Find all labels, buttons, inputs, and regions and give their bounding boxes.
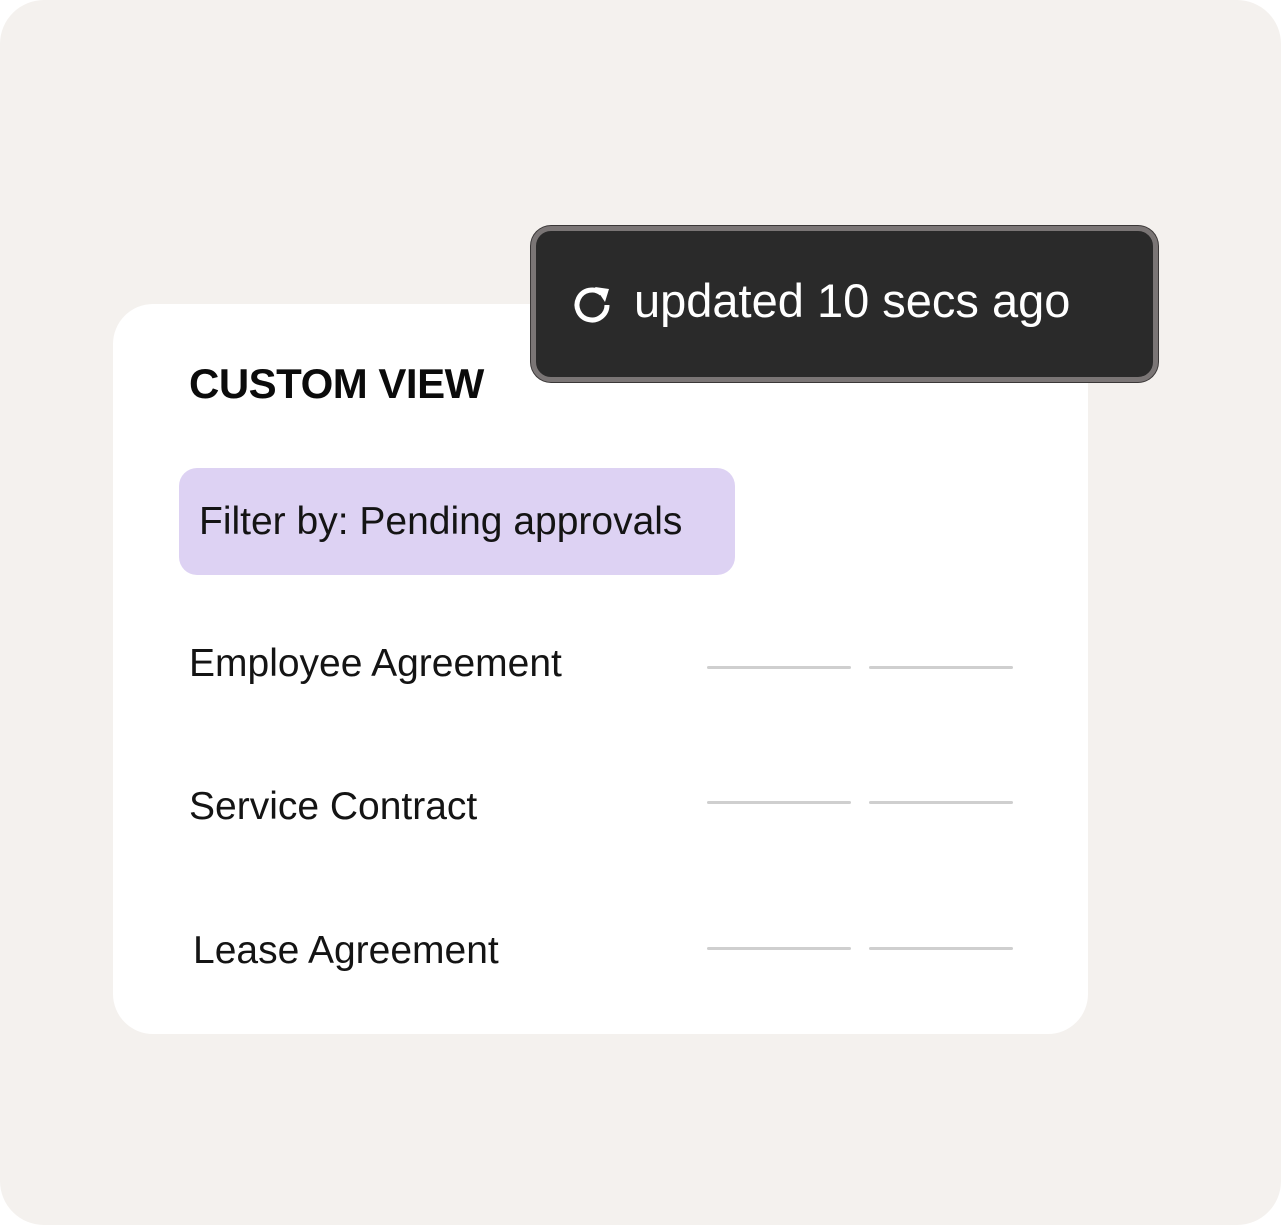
update-status-toast: updated 10 secs ago	[531, 226, 1158, 382]
custom-view-card: CUSTOM VIEW Filter by: Pending approvals…	[113, 304, 1088, 1034]
placeholder-line	[707, 666, 851, 669]
document-name: Lease Agreement	[193, 929, 499, 972]
placeholder-line	[707, 947, 851, 950]
document-name: Employee Agreement	[189, 642, 562, 685]
filter-chip-label: Filter by: Pending approvals	[199, 499, 683, 543]
document-name: Service Contract	[189, 785, 478, 828]
document-row[interactable]: Service Contract	[189, 785, 1029, 845]
placeholder-line	[869, 666, 1013, 669]
document-row[interactable]: Employee Agreement	[189, 642, 1029, 702]
toast-text: updated 10 secs ago	[634, 274, 1071, 327]
placeholder-line	[707, 801, 851, 804]
filter-chip[interactable]: Filter by: Pending approvals	[179, 468, 735, 575]
card-title: CUSTOM VIEW	[189, 360, 484, 407]
placeholder-line	[869, 947, 1013, 950]
placeholder-line	[869, 801, 1013, 804]
refresh-icon[interactable]	[568, 281, 616, 329]
document-row[interactable]: Lease Agreement	[189, 929, 1029, 989]
